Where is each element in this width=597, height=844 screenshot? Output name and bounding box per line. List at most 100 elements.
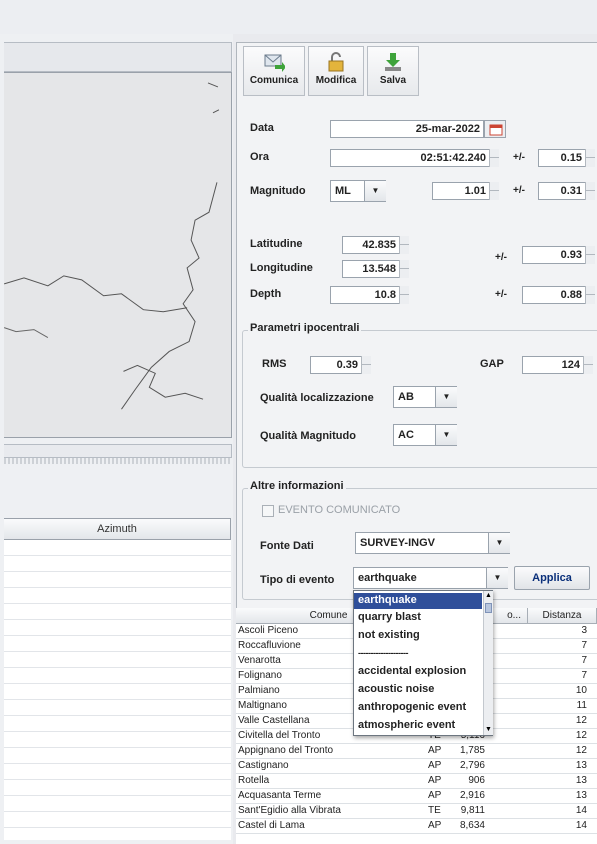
scroll-thumb[interactable] [485,603,492,613]
rms-spinner[interactable] [361,356,371,374]
distanza-cell: 13 [575,760,587,771]
dropdown-scrollbar[interactable]: ▲ ▼ [483,591,493,735]
longitudine-spinner[interactable] [399,260,409,278]
distanza-cell: 7 [581,655,587,666]
magnitudo-spinner[interactable] [489,182,499,200]
chevron-down-icon[interactable]: ▼ [435,387,457,407]
dropdown-item-quarry-blast[interactable]: quarry blast [354,610,482,626]
distanza-cell: 13 [575,790,587,801]
table-row[interactable]: Appignano del Tronto AP 1,785 12 [236,744,597,759]
map-panel-header [4,42,232,72]
azimuth-column-header[interactable]: Azimuth [4,518,231,540]
dropdown-item-anthropogenic-event[interactable]: anthropogenic event [354,700,482,716]
distanza-column-header[interactable]: Distanza [528,608,597,624]
table-row[interactable]: Sant'Egidio alla Vibrata TE 9,811 14 [236,804,597,819]
comune-cell: Civitella del Tronto [238,730,321,741]
magnitudo-type-select[interactable]: ML ▼ [330,180,386,202]
distanza-cell: 7 [581,640,587,651]
chevron-down-icon[interactable]: ▼ [488,533,510,553]
chevron-down-icon[interactable]: ▼ [364,181,386,201]
dropdown-item-atmospheric-event[interactable]: atmospheric event [354,718,482,734]
modifica-button[interactable]: Modifica [308,46,364,96]
provincia-cell: AP [428,775,442,786]
chevron-down-icon[interactable]: ▼ [486,568,508,588]
salva-button[interactable]: Salva [367,46,419,96]
data-field[interactable]: 25-mar-2022 [330,120,484,138]
latitudine-field[interactable]: 42.835 [342,236,400,254]
ora-error-spinner[interactable] [585,149,595,167]
distanza-cell: 14 [575,805,587,816]
dropdown-item-not-existing[interactable]: not existing [354,628,482,644]
comune-cell: Maltignano [238,700,287,711]
comune-cell: Venarotta [238,655,281,666]
magnitudo-type-value: ML [335,185,351,197]
tipo-evento-label: Tipo di evento [260,574,335,586]
scroll-down-icon[interactable]: ▼ [484,725,493,735]
depth-spinner[interactable] [399,286,409,304]
depth-label: Depth [250,288,282,300]
distanza-cell: 3 [581,625,587,636]
distanza-cell: 10 [575,685,587,696]
scroll-up-icon[interactable]: ▲ [484,591,493,601]
rms-field[interactable]: 0.39 [310,356,362,374]
table-row[interactable]: Acquasanta Terme AP 2,916 13 [236,789,597,804]
distanza-cell: 13 [575,775,587,786]
gap-label: GAP [480,358,504,370]
comune-cell: Rotella [238,775,270,786]
table-row[interactable]: Rotella AP 906 13 [236,774,597,789]
altre-informazioni-title: Altre informazioni [248,480,346,492]
distanza-cell: 11 [576,700,587,711]
fonte-dati-select[interactable]: SURVEY-INGV ▼ [355,532,510,554]
magnitudo-error-field[interactable]: 0.31 [538,182,586,200]
magnitudo-field[interactable]: 1.01 [432,182,490,200]
tipo-evento-select[interactable]: earthquake ▼ [353,567,508,589]
applica-button[interactable]: Applica [514,566,590,590]
gap-spinner[interactable] [583,356,593,374]
ora-field[interactable]: 02:51:42.240 [330,149,490,167]
popolazione-cell: 906 [468,775,485,786]
map-view[interactable] [3,72,232,438]
tipo-evento-dropdown-list[interactable]: earthquake quarry blast not existing ---… [353,590,493,736]
calendar-button[interactable] [484,120,506,138]
depth-field[interactable]: 10.8 [330,286,400,304]
comunica-button[interactable]: Comunica [243,46,305,96]
dropdown-separator: -------------------- [358,648,408,658]
distanza-cell: 12 [575,730,587,741]
dropdown-item-earthquake[interactable]: earthquake [354,593,482,609]
comune-cell: Appignano del Tronto [238,745,334,756]
latlon-error-spinner[interactable] [585,246,595,264]
comune-cell: Palmiano [238,685,280,696]
distanza-cell: 14 [575,820,587,831]
left-panel-splitter[interactable] [4,458,232,464]
latitudine-spinner[interactable] [399,236,409,254]
ora-error-field[interactable]: 0.15 [538,149,586,167]
comune-cell: Roccafluvione [238,640,301,651]
popolazione-cell: 1,785 [459,745,485,756]
azimuth-table [4,540,231,840]
popolazione-cell: 2,916 [459,790,485,801]
qualita-magnitudo-select[interactable]: AC ▼ [393,424,457,446]
unlock-icon [328,52,344,72]
comune-cell: Sant'Egidio alla Vibrata [238,805,341,816]
latlon-error-field[interactable]: 0.93 [522,246,586,264]
dropdown-item-acoustic-noise[interactable]: acoustic noise [354,682,482,698]
ora-spinner[interactable] [489,149,499,167]
parametri-ipocentrali-title: Parametri ipocentrali [248,322,362,334]
qualita-localizzazione-select[interactable]: AB ▼ [393,386,457,408]
magnitudo-error-spinner[interactable] [585,182,595,200]
evento-comunicato-checkbox[interactable] [262,505,274,517]
distanza-cell: 12 [575,715,587,726]
table-row[interactable]: Castignano AP 2,796 13 [236,759,597,774]
chevron-down-icon[interactable]: ▼ [435,425,457,445]
evento-comunicato-label: EVENTO COMUNICATO [278,504,401,516]
comune-cell: Acquasanta Terme [238,790,322,801]
dropdown-item-accidental-explosion[interactable]: accidental explosion [354,664,482,680]
longitudine-field[interactable]: 13.548 [342,260,400,278]
depth-error-field[interactable]: 0.88 [522,286,586,304]
map-outline [3,82,220,410]
comune-cell: Folignano [238,670,282,681]
table-row[interactable]: Castel di Lama AP 8,634 14 [236,819,597,834]
depth-error-spinner[interactable] [585,286,595,304]
window-top-strip [0,0,597,34]
gap-field[interactable]: 124 [522,356,584,374]
